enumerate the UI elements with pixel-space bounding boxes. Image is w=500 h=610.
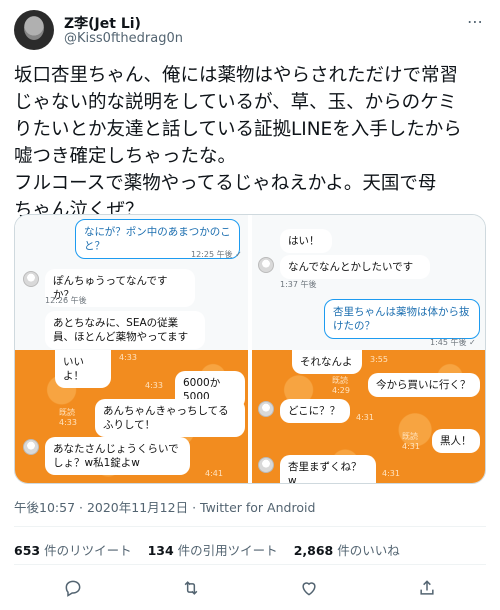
chat-timestamp: 既読 4:33 (59, 408, 77, 427)
avatar[interactable] (14, 10, 54, 50)
chat-timestamp: 1:37 午後 (280, 280, 317, 289)
reply-button[interactable] (57, 574, 89, 602)
share-button[interactable] (411, 574, 443, 602)
media-image-left[interactable]: なにが？ポン中のあまつかのこと？ 12:25 午後 ✓ ぽんちゅうってなんですか… (15, 215, 248, 483)
chat-bubble-received: あとちなみに、SEAの従業員、ほとんど薬物やってます (45, 311, 205, 349)
reply-icon (65, 580, 81, 597)
chat-timestamp: 4:33 (119, 353, 137, 362)
chat-bubble-received: いいよ！ (55, 350, 111, 388)
author-name[interactable]: Z李(Jet Li) (64, 13, 141, 33)
chat-timestamp: 4:31 (382, 469, 400, 478)
likes-label: 件のいいね (337, 543, 400, 558)
chat-bubble-received: なんでなんとかしたいです (280, 255, 430, 279)
retweet-icon (184, 581, 198, 595)
quotes-stat[interactable]: 134 件の引用ツイート (148, 540, 278, 559)
chat-timestamp: 3:55 (370, 355, 388, 364)
chat-bubble-received: 杏里まずくね？w (280, 455, 376, 483)
tweet-timestamp[interactable]: 午後10:57 · 2020年11月12日 (14, 500, 188, 515)
chat-avatar (23, 439, 39, 455)
chat-timestamp: 既読 4:31 (402, 432, 420, 451)
share-icon (420, 580, 434, 595)
chat-bubble-received: それなんよ (292, 350, 362, 374)
chat-timestamp: 12:26 午後 (45, 296, 87, 305)
retweets-label: 件のリツイート (44, 543, 132, 558)
meta-separator: · (192, 500, 201, 515)
likes-stat[interactable]: 2,868 件のいいね (294, 540, 400, 559)
chat-timestamp: 1:45 午後 ✓ (430, 338, 476, 347)
tweet-source[interactable]: Twitter for Android (200, 500, 315, 515)
tweet-stats: 653 件のリツイート 134 件の引用ツイート 2,868 件のいいね (14, 540, 400, 559)
divider (14, 526, 486, 527)
retweets-count: 653 (14, 543, 41, 558)
tweet-header: Z李(Jet Li) @Kiss0fthedrag0n ⋯ (14, 10, 486, 52)
chat-timestamp: 4:33 (145, 381, 163, 390)
chat-bubble-sent: 今から買いに行く？ (368, 373, 480, 397)
chat-avatar (258, 257, 274, 273)
tweet-actions (14, 573, 486, 603)
chat-avatar (23, 271, 39, 287)
chat-bubble-sent: 黒人！ (432, 429, 480, 453)
heart-icon (302, 582, 316, 596)
divider (14, 564, 486, 565)
chat-timestamp: 既読 4:29 (332, 376, 350, 395)
media-image-right[interactable]: はい！ なんでなんとかしたいです 1:37 午後 杏里ちゃんは薬物は体から抜けた… (252, 215, 485, 483)
chat-avatar (258, 401, 274, 417)
chat-timestamp: 4:31 (356, 413, 374, 422)
chat-bubble-sent: 杏里ちゃんは薬物は体から抜けたの？ (324, 299, 480, 339)
retweets-stat[interactable]: 653 件のリツイート (14, 540, 132, 559)
quotes-count: 134 (147, 543, 174, 558)
chat-avatar (258, 457, 274, 473)
chat-timestamp: 12:25 午後 ✓ (191, 250, 242, 259)
like-button[interactable] (293, 574, 325, 602)
quotes-label: 件の引用ツイート (177, 543, 278, 558)
chat-bubble-received: どこに？？ (280, 399, 350, 423)
tweet-text: 坂口杏里ちゃん、俺には薬物はやらされただけで常習 じゃない的な説明をしているが、… (14, 65, 462, 221)
chat-timestamp: 4:41 (205, 469, 223, 478)
more-icon[interactable]: ⋯ (467, 12, 484, 31)
tweet-media[interactable]: なにが？ポン中のあまつかのこと？ 12:25 午後 ✓ ぽんちゅうってなんですか… (14, 214, 486, 484)
chat-bubble-sent: あんちゃんきゃっちしてるふりして！ (95, 399, 245, 437)
retweet-button[interactable] (175, 574, 207, 602)
author-handle[interactable]: @Kiss0fthedrag0n (64, 31, 183, 46)
tweet-meta: 午後10:57 · 2020年11月12日 · Twitter for Andr… (14, 497, 315, 516)
chat-bubble-received: あなたさんじょうくらいでしょ？w私1錠よw (45, 437, 190, 475)
chat-bubble-received: はい！ (280, 229, 332, 253)
likes-count: 2,868 (293, 543, 334, 558)
